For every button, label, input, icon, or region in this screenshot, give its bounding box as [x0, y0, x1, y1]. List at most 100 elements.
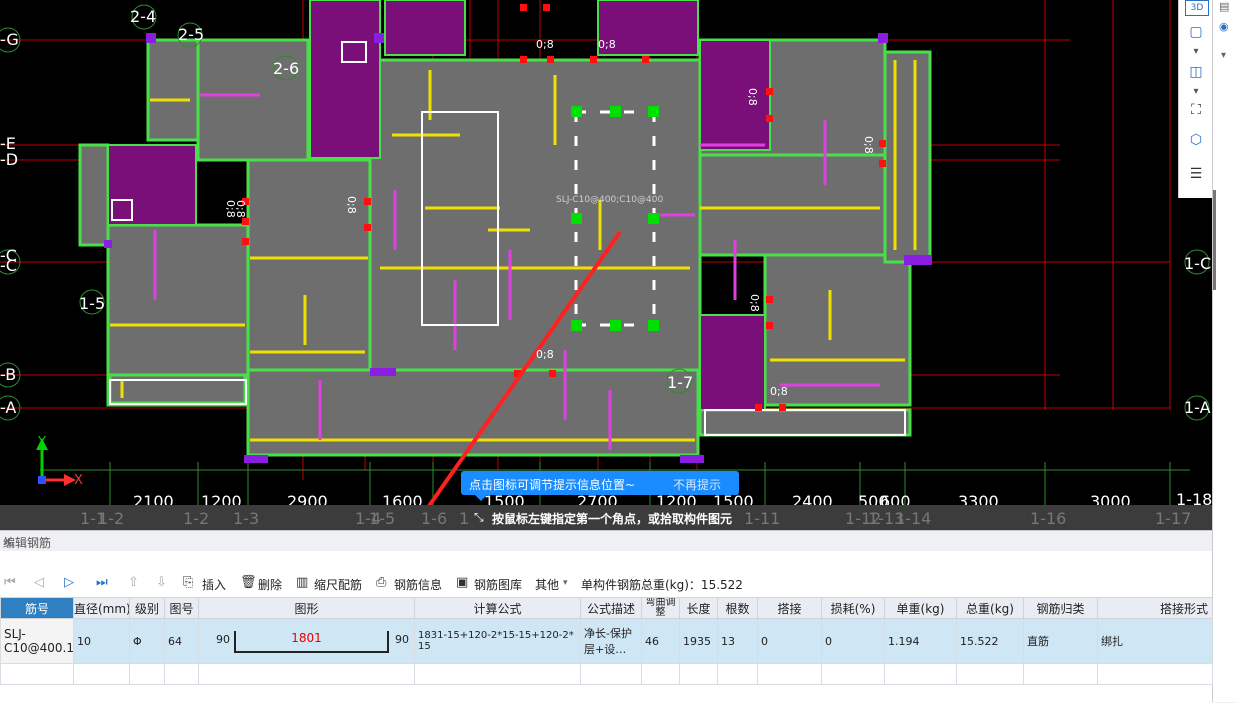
column-header[interactable]: 筋号 — [0, 597, 74, 619]
cell-length[interactable]: 1935 — [679, 618, 718, 664]
empty-cell[interactable] — [1097, 663, 1213, 685]
cell-figure-no[interactable]: 64 — [164, 618, 199, 664]
cube-solid-icon[interactable]: ◫ — [1185, 62, 1207, 82]
dim-small-label: 0;8 — [770, 385, 788, 398]
3d-view-icon[interactable]: 3D — [1185, 0, 1209, 16]
cell-formula[interactable]: 1831-15+120-2*15-15+120-2*15 — [414, 618, 581, 664]
cell-bend-adjust[interactable]: 46 — [641, 618, 680, 664]
cell-loss[interactable]: 0 — [821, 618, 885, 664]
insert-icon[interactable]: ⎘ — [183, 575, 193, 590]
empty-cell[interactable] — [129, 663, 165, 685]
column-header[interactable]: 损耗(%) — [821, 597, 885, 619]
rebar-info-icon[interactable]: ⎙ — [376, 575, 386, 590]
rebar-table: 筋号 直径(mm) 级别 图号 图形 计算公式 公式描述 弯曲调整 长度 根数 … — [0, 597, 1213, 685]
empty-cell[interactable] — [73, 663, 130, 685]
rebar-info-button[interactable]: 钢筋信息 — [394, 576, 442, 593]
empty-cell[interactable] — [679, 663, 718, 685]
first-icon[interactable]: ⏮ — [4, 575, 16, 590]
column-header[interactable]: 图形 — [198, 597, 415, 619]
cell-lap-type[interactable]: 绑扎 — [1097, 618, 1213, 664]
chevron-down-icon[interactable]: ▾ — [1185, 82, 1207, 102]
fullscreen-icon[interactable]: ⛶ — [1185, 100, 1207, 120]
axis-label-g: -G — [0, 30, 19, 49]
empty-cell[interactable] — [414, 663, 581, 685]
scale-rebar-button[interactable]: 缩尺配筋 — [314, 576, 362, 593]
pane-icon[interactable]: ▤ — [1219, 0, 1229, 13]
axis-label-bottom: 1-3 — [233, 509, 260, 528]
pane-scrollbar[interactable] — [1213, 190, 1216, 290]
cell-count[interactable]: 13 — [717, 618, 758, 664]
insert-button[interactable]: 插入 — [202, 576, 226, 593]
column-header[interactable]: 单重(kg) — [884, 597, 957, 619]
empty-cell[interactable] — [757, 663, 822, 685]
empty-cell[interactable] — [580, 663, 642, 685]
box-select-icon[interactable]: ⬡ — [1185, 130, 1207, 150]
rebar-shape[interactable]: 90 1801 90 — [202, 621, 411, 661]
column-header[interactable]: 弯曲调整 — [641, 597, 680, 619]
panel-title-bar: 编辑钢筋 × — [0, 531, 1212, 551]
last-icon[interactable]: ⏭ — [96, 575, 108, 590]
empty-cell[interactable] — [956, 663, 1024, 685]
column-header[interactable]: 计算公式 — [414, 597, 581, 619]
column-header[interactable]: 钢筋归类 — [1023, 597, 1098, 619]
empty-cell[interactable] — [641, 663, 680, 685]
axis-bubble-1-7: 1-7 — [667, 373, 694, 392]
shape-middle-length[interactable]: 1801 — [202, 631, 411, 645]
cell-grade[interactable]: Φ — [129, 618, 165, 664]
delete-button[interactable]: 删除 — [258, 576, 282, 593]
column-header[interactable]: 根数 — [717, 597, 758, 619]
empty-cell[interactable] — [164, 663, 199, 685]
empty-cell[interactable] — [1023, 663, 1098, 685]
cell-formula-desc[interactable]: 净长-保护层+设… — [580, 618, 642, 664]
column-header[interactable]: 长度 — [679, 597, 718, 619]
column-header[interactable]: 级别 — [129, 597, 165, 619]
cell-unit-weight[interactable]: 1.194 — [884, 618, 957, 664]
column-header[interactable]: 公式描述 — [580, 597, 642, 619]
dim-small-label: 0;8 — [862, 136, 875, 154]
cell-total-weight[interactable]: 15.522 — [956, 618, 1024, 664]
properties-icon[interactable]: ☰ — [1185, 164, 1207, 184]
empty-cell[interactable] — [821, 663, 885, 685]
move-up-icon[interactable]: ⇧ — [128, 575, 139, 590]
empty-cell[interactable] — [198, 663, 415, 685]
prev-icon[interactable]: ◁ — [34, 575, 44, 590]
rebar-library-icon[interactable]: ▣ — [456, 575, 468, 590]
dismiss-tip-link[interactable]: 不再提示 — [673, 476, 721, 493]
shape-right-length[interactable]: 90 — [395, 633, 409, 646]
chevron-down-icon[interactable]: ▾ — [1185, 42, 1207, 62]
chevron-down-icon[interactable]: ▾ — [563, 578, 568, 588]
other-menu[interactable]: 其他 — [535, 576, 559, 593]
axis-label-bottom: 1 — [459, 509, 470, 528]
move-down-icon[interactable]: ⇩ — [156, 575, 167, 590]
axis-bubble-2-5: 2-5 — [178, 25, 205, 44]
cad-canvas[interactable]: -G -E -D -C -C -B -A 1-C 1-A 2-4 2-5 2-6… — [0, 0, 1212, 530]
cell-shape[interactable]: 90 1801 90 — [198, 618, 415, 664]
column-header[interactable]: 直径(mm) — [73, 597, 130, 619]
axis-label-1c: 1-C — [1184, 254, 1212, 273]
floor-plan-drawing[interactable] — [0, 0, 1212, 530]
column-header[interactable]: 图号 — [164, 597, 199, 619]
empty-cell[interactable] — [884, 663, 957, 685]
column-header[interactable]: 总重(kg) — [956, 597, 1024, 619]
empty-cell[interactable] — [0, 663, 74, 685]
empty-cell[interactable] — [717, 663, 758, 685]
next-icon[interactable]: ▷ — [64, 575, 74, 590]
table-row[interactable]: SLJ-C10@400.1 10 Φ 64 90 1801 90 1831-15… — [0, 618, 1213, 664]
column-header[interactable]: 搭接 — [757, 597, 822, 619]
scale-rebar-icon[interactable]: ▥ — [296, 575, 308, 590]
radio-icon[interactable]: ◉ — [1219, 20, 1229, 33]
table-row-empty[interactable] — [0, 663, 1213, 685]
cell-category[interactable]: 直筋 — [1023, 618, 1098, 664]
cell-diameter[interactable]: 10 — [73, 618, 130, 664]
panel-toolbar: ⏮ ◁ ▷ ⏭ ⇧ ⇩ ⎘ 插入 🗑 删除 ▥ 缩尺配筋 ⎙ 钢筋信息 ▣ 钢筋… — [0, 572, 1212, 594]
cell-rebar-name[interactable]: SLJ-C10@400.1 — [0, 618, 74, 664]
chevron-down-icon[interactable]: ▾ — [1221, 50, 1226, 61]
column-header[interactable]: 搭接形式 — [1097, 597, 1213, 619]
delete-icon[interactable]: 🗑 — [240, 575, 257, 590]
cube-outline-icon[interactable]: ▢ — [1185, 22, 1207, 42]
tooltip-tip[interactable]: 点击图标可调节提示信息位置~ 不再提示 — [461, 471, 739, 501]
right-side-pane: ▤ ◉ ▾ — [1212, 0, 1236, 702]
rebar-library-button[interactable]: 钢筋图库 — [474, 576, 522, 593]
close-icon[interactable]: × — [3, 534, 1206, 548]
cell-lap[interactable]: 0 — [757, 618, 822, 664]
